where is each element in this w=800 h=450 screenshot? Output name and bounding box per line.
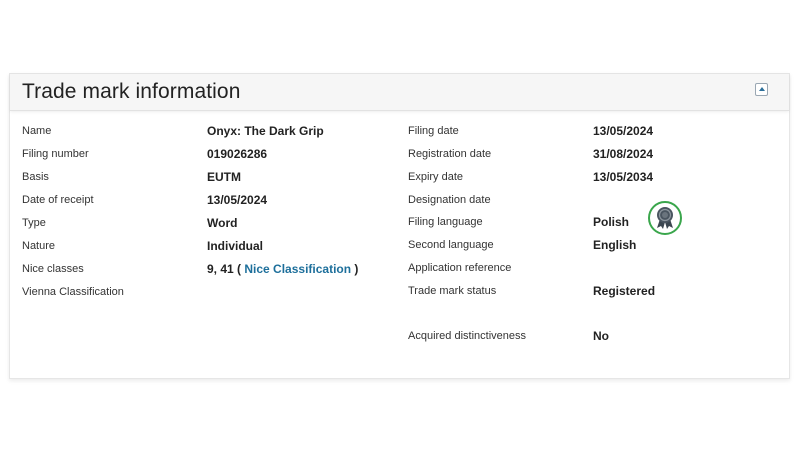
label-designation-date: Designation date <box>408 194 491 206</box>
label-acquired-distinctiveness: Acquired distinctiveness <box>408 330 527 342</box>
value-filing-language: Polish <box>593 215 630 229</box>
label-basis: Basis <box>22 171 49 183</box>
label-date-of-receipt: Date of receipt <box>22 194 94 206</box>
label-filing-date: Filing date <box>408 125 459 137</box>
panel-header: Trade mark information <box>10 74 789 111</box>
label-filing-number: Filing number <box>22 148 89 160</box>
value-expiry-date: 13/05/2034 <box>593 170 654 184</box>
value-acquired-distinctiveness: No <box>593 329 609 343</box>
chevron-up-icon <box>759 87 765 91</box>
label-application-reference: Application reference <box>408 262 512 274</box>
value-basis: EUTM <box>207 170 241 184</box>
ribbon-medal-glyph <box>657 207 673 229</box>
nice-classification-link[interactable]: Nice Classification <box>244 262 351 276</box>
section-title: Trade mark information <box>22 80 241 103</box>
value-filing-date: 13/05/2024 <box>593 124 654 138</box>
nice-classes-numbers: 9, 41 ( <box>207 262 245 276</box>
value-registration-date: 31/08/2024 <box>593 147 654 161</box>
label-registration-date: Registration date <box>408 148 492 160</box>
value-nice-classes: 9, 41 ( Nice Classification ) <box>207 262 358 276</box>
label-type: Type <box>22 217 46 229</box>
registered-ribbon-icon <box>648 201 682 235</box>
value-date-of-receipt: 13/05/2024 <box>207 193 268 207</box>
value-second-language: English <box>593 238 637 252</box>
value-name: Onyx: The Dark Grip <box>207 124 324 138</box>
value-type: Word <box>207 216 238 230</box>
label-nature: Nature <box>22 240 56 252</box>
collapse-button[interactable] <box>755 83 768 96</box>
value-filing-number: 019026286 <box>207 147 268 161</box>
label-trade-mark-status: Trade mark status <box>408 285 497 297</box>
nice-classes-suffix: ) <box>351 262 359 276</box>
label-second-language: Second language <box>408 239 494 251</box>
label-name: Name <box>22 125 52 137</box>
label-nice-classes: Nice classes <box>22 263 84 275</box>
label-expiry-date: Expiry date <box>408 171 464 183</box>
label-filing-language: Filing language <box>408 216 483 228</box>
label-vienna-classification: Vienna Classification <box>22 286 124 298</box>
value-trade-mark-status: Registered <box>593 284 656 298</box>
value-nature: Individual <box>207 239 264 253</box>
